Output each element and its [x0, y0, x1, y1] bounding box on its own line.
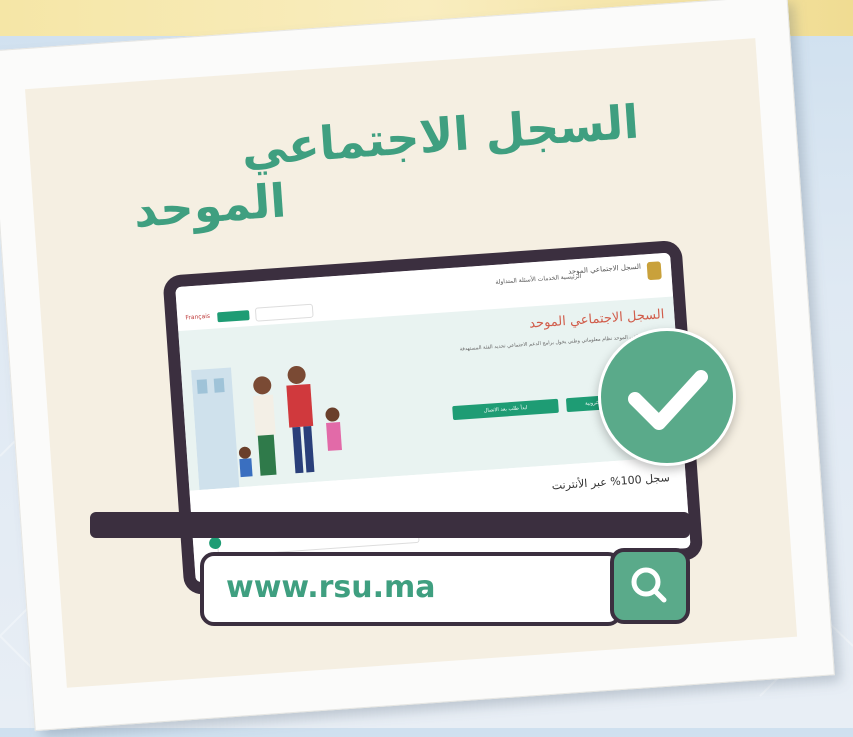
- check-icon: [628, 370, 708, 430]
- search-icon: [631, 567, 667, 603]
- site-account-button[interactable]: [217, 310, 250, 323]
- site-hero-title: السجل الاجتماعي الموحد: [528, 307, 665, 332]
- laptop-base: [90, 512, 690, 538]
- url-bar[interactable]: www.rsu.ma: [200, 552, 622, 626]
- site-nav-links[interactable]: الرئيسية الخدمات الأسئلة المتداولة: [495, 273, 582, 286]
- emblem-icon: [646, 261, 662, 281]
- url-text: www.rsu.ma: [226, 570, 436, 605]
- site-hero-secondary-button[interactable]: ابدأ طلب بعد الاتصال: [452, 398, 559, 421]
- search-button[interactable]: [610, 548, 690, 624]
- family-illustration: [191, 365, 342, 491]
- site-search-input[interactable]: [254, 303, 314, 322]
- site-language-link[interactable]: Français: [185, 313, 210, 322]
- check-badge: [598, 328, 736, 466]
- poster-headline: السجل الاجتماعي الموحد: [25, 38, 755, 238]
- site-lower-title: سجل 100% عبر الأنترنت: [551, 471, 671, 493]
